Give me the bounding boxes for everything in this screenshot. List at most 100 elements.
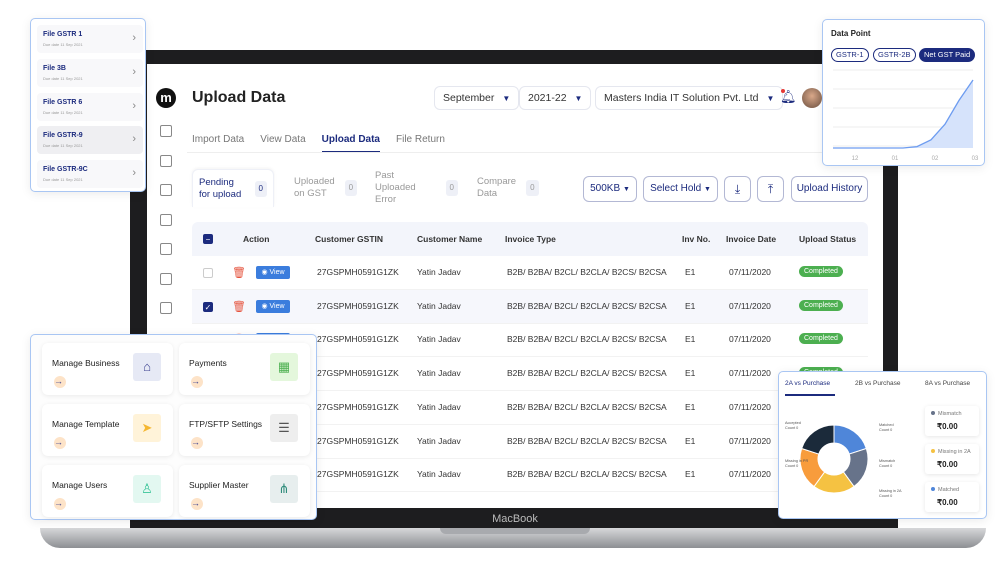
donut-slice[interactable] [801,424,835,455]
subtab-uploaded-on-gst[interactable]: Uploaded on GST 0 [288,169,360,207]
row-checkbox[interactable]: ✓ [203,301,213,312]
stat-name: Matched [938,487,960,493]
arrow-right-icon: → [191,437,203,449]
select-all-checkbox[interactable]: − [203,234,213,244]
tab-2b-vs-purchase[interactable]: 2B vs Purchase [855,380,901,387]
bell-icon[interactable]: 🔔︎ [780,89,797,105]
x-tick: 03 [972,156,979,162]
customer-gstin: 27GSPMH0591G1ZK [317,469,399,480]
invoice-number: E1 [685,267,696,277]
caret-down-icon: ▼ [703,186,711,193]
subtab-compare-data[interactable]: Compare Data 0 [471,169,543,207]
filing-item[interactable]: File 3B Due date 11 Sep 2021 › [37,58,143,87]
avatar[interactable] [802,88,822,108]
tile-label: Supplier Master [189,480,249,490]
filter-pill[interactable]: Net GST Paid [919,48,976,62]
calendar-icon[interactable] [160,125,172,137]
column-header: Upload Status [799,234,857,244]
eye-icon: ◉ [261,269,270,276]
tab-2a-vs-purchase[interactable]: 2A vs Purchase [785,380,830,387]
legend-dot [931,411,935,415]
tile-manage-business[interactable]: Manage Business → ⌂ [42,343,173,395]
customer-name: Yatin Jadav [417,435,461,446]
eye-icon: ◉ [261,302,270,310]
subtab-past-uploaded-error[interactable]: Past Uploaded Error 0 [369,169,464,207]
line-chart: 12 01 02 03 [833,69,979,162]
stat-label: Matched [931,487,959,493]
tab-import-data[interactable]: Import Data [192,134,244,153]
main-tabs: Import Data View Data Upload Data File Retu… [192,134,445,153]
chevron-right-icon: › [132,167,136,180]
hold-select[interactable]: Select Hold ▼ [643,176,718,202]
subtab-label: Pending for upload [199,176,242,200]
arrow-right-icon: → [54,376,66,388]
reconciliation-card: 2A vs Purchase 2B vs Purchase 8A vs Purcha… [778,371,987,519]
x-tick: 01 [892,156,899,162]
filing-name: File 3B [43,64,66,72]
slice-label: Accepted [785,421,801,425]
subtab-pending-for-upload[interactable]: Pending for upload 0 [192,169,274,207]
file-icon[interactable] [160,213,172,226]
due-date: Due date 11 Sep 2021 [43,109,83,115]
hold-value: Select Hold [650,183,702,194]
invoice-type: B2B/ B2BA/ B2CL/ B2CLA/ B2CS/ B2CSA [507,435,667,446]
tile-manage-template[interactable]: Manage Template → ➤ [42,404,173,456]
trash-icon[interactable]: 🗑︎ [232,266,246,279]
subtab-label: Uploaded on GST [294,176,335,199]
filing-item[interactable]: File GSTR 1 Due date 11 Sep 2021 › [37,25,143,53]
caret-down-icon: ▼ [502,94,511,103]
invoice-date: 07/11/2020 [729,368,771,379]
upload-icon[interactable]: ⤒ [757,176,784,202]
invoice-number: E1 [685,334,696,345]
invoice-date: 07/11/2020 [729,469,771,480]
company-select[interactable]: Masters India IT Solution Pvt. Ltd ▼ [595,86,784,110]
report-icon[interactable] [160,243,172,255]
customer-name: Yatin Jadav [417,401,461,412]
network-icon[interactable] [160,302,172,314]
year-select[interactable]: 2021-22 ▼ [519,86,592,110]
legend-dot [931,449,935,453]
area-fill [833,80,973,148]
filing-item[interactable]: File GSTR-9C Due date 11 Sep 2021 › [37,160,143,189]
stat-value: ₹0.00 [937,460,958,469]
tab-file-return[interactable]: File Return [396,134,445,153]
tile-payments[interactable]: Payments → ▦ [179,343,310,395]
tab-upload-data[interactable]: Upload Data [321,134,380,153]
tile-supplier-master[interactable]: Supplier Master → ⋔ [179,465,310,517]
invoice-type: B2B/ B2BA/ B2CL/ B2CLA/ B2CS/ B2CSA [507,300,667,311]
customer-name: Yatin Jadav [417,267,461,277]
chevron-right-icon: › [132,32,136,44]
active-tab-indicator [785,394,835,396]
laptop-notch [440,528,590,534]
column-header: Action [243,234,270,244]
tile-label: Manage Template [52,419,120,429]
customer-gstin: 27GSPMH0591G1ZK [317,435,399,446]
row-checkbox[interactable] [203,268,213,278]
invoice-type: B2B/ B2BA/ B2CL/ B2CLA/ B2CS/ B2CSA [507,368,667,379]
grid-icon[interactable] [160,154,172,167]
trash-icon[interactable]: 🗑︎ [232,300,246,313]
size-select[interactable]: 500KB ▼ [583,176,637,202]
filing-item[interactable]: File GSTR-9 Due date 11 Sep 2021 › [37,126,143,155]
filter-pill[interactable]: GSTR-1 [831,48,869,62]
tab-view-data[interactable]: View Data [260,134,305,153]
x-tick: 12 [852,156,859,162]
tab-8a-vs-purchase[interactable]: 8A vs Purchase [925,380,970,387]
stat-card: Mismatch ₹0.00 [925,406,979,436]
cube-icon[interactable] [160,272,172,285]
customer-gstin: 27GSPMH0591G1ZK [317,300,399,311]
upload-history-button[interactable]: Upload History [791,176,868,202]
chevron-right-icon: › [132,133,136,146]
filter-pill[interactable]: GSTR-2B [873,48,916,62]
view-button[interactable]: ◉ View [256,266,290,279]
month-select[interactable]: September ▼ [434,86,520,110]
filing-item[interactable]: File GSTR 6 Due date 11 Sep 2021 › [37,92,143,121]
tile-manage-users[interactable]: Manage Users → ♙ [42,465,173,517]
box-icon[interactable] [160,184,172,196]
invoice-number: E1 [685,435,696,446]
view-button[interactable]: ◉ View [256,299,290,313]
slice-label: Matched [879,423,894,427]
count-badge: 0 [526,180,539,196]
download-icon[interactable]: ⤓ [724,176,751,202]
tile-ftp-sftp-settings[interactable]: FTP/SFTP Settings → ☰ [179,404,310,456]
